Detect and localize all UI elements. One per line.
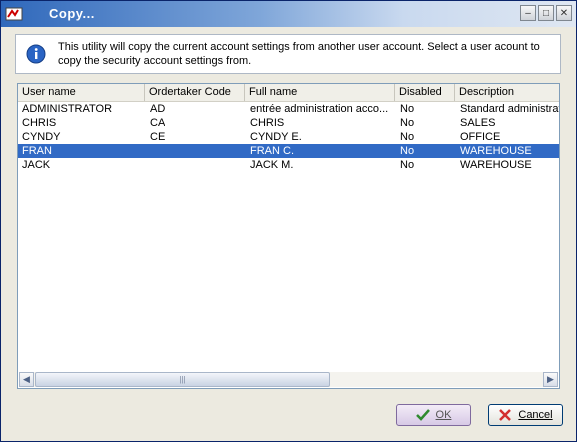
scroll-thumb[interactable]: ||| — [35, 372, 330, 387]
horizontal-scrollbar[interactable]: ◀ ||| ▶ — [19, 372, 558, 387]
checkmark-icon — [415, 409, 430, 421]
ok-button[interactable]: OK — [396, 404, 471, 426]
cell-ordertaker-code: AD — [150, 103, 166, 115]
scroll-right-button[interactable]: ▶ — [543, 372, 558, 387]
cancel-button-label: Cancel — [518, 409, 553, 421]
cell-disabled: No — [400, 131, 415, 143]
table-row[interactable]: CYNDY CE CYNDY E. No OFFICE — [18, 130, 559, 144]
column-header-description[interactable]: Description — [455, 84, 559, 101]
cell-description: WAREHOUSE — [460, 145, 532, 157]
table-row-selected[interactable]: FRAN FRAN C. No WAREHOUSE — [18, 144, 559, 158]
cell-user-name: ADMINISTRATOR — [22, 103, 113, 115]
table-row[interactable]: ADMINISTRATOR AD entrée administration a… — [18, 102, 559, 116]
cell-description: WAREHOUSE — [460, 159, 532, 171]
cell-full-name: CYNDY E. — [250, 131, 302, 143]
minimize-button[interactable]: – — [520, 5, 536, 21]
cell-description: Standard administrati — [460, 103, 560, 115]
cell-user-name: FRAN — [22, 145, 52, 157]
cell-full-name: FRAN C. — [250, 145, 294, 157]
cell-disabled: No — [400, 103, 415, 115]
info-text: This utility will copy the current accou… — [58, 41, 540, 67]
title-bar[interactable]: Copy... – □ ✕ — [1, 1, 576, 27]
cancel-button[interactable]: Cancel — [488, 404, 563, 426]
cell-user-name: CHRIS — [22, 117, 57, 129]
column-header-full-name[interactable]: Full name — [245, 84, 395, 101]
info-icon — [26, 44, 46, 64]
cell-disabled: No — [400, 117, 415, 129]
list-header: User name Ordertaker Code Full name Disa… — [18, 84, 559, 102]
table-row[interactable]: JACK JACK M. No WAREHOUSE — [18, 158, 559, 172]
cell-full-name: JACK M. — [250, 159, 294, 171]
cancel-x-icon — [499, 409, 512, 421]
cell-ordertaker-code: CE — [150, 131, 166, 143]
cell-disabled: No — [400, 145, 415, 157]
cell-description: OFFICE — [460, 131, 501, 143]
cell-user-name: JACK — [22, 159, 51, 171]
ok-button-label: OK — [435, 409, 452, 421]
copy-dialog: Copy... – □ ✕ This utility will copy the… — [0, 0, 577, 442]
column-header-ordertaker-code[interactable]: Ordertaker Code — [145, 84, 245, 101]
scroll-left-button[interactable]: ◀ — [19, 372, 34, 387]
user-list[interactable]: User name Ordertaker Code Full name Disa… — [17, 83, 560, 389]
column-header-user-name[interactable]: User name — [18, 84, 145, 101]
cell-description: SALES — [460, 117, 496, 129]
table-row[interactable]: CHRIS CA CHRIS No SALES — [18, 116, 559, 130]
cell-full-name: entrée administration acco... — [250, 103, 389, 115]
column-header-disabled[interactable]: Disabled — [395, 84, 455, 101]
cell-disabled: No — [400, 159, 415, 171]
app-icon — [5, 7, 23, 21]
info-panel: This utility will copy the current accou… — [15, 34, 561, 74]
cell-ordertaker-code: CA — [150, 117, 166, 129]
maximize-button[interactable]: □ — [538, 5, 554, 21]
close-button[interactable]: ✕ — [556, 5, 572, 21]
cell-full-name: CHRIS — [250, 117, 285, 129]
window-title: Copy... — [49, 6, 95, 21]
cell-user-name: CYNDY — [22, 131, 61, 143]
